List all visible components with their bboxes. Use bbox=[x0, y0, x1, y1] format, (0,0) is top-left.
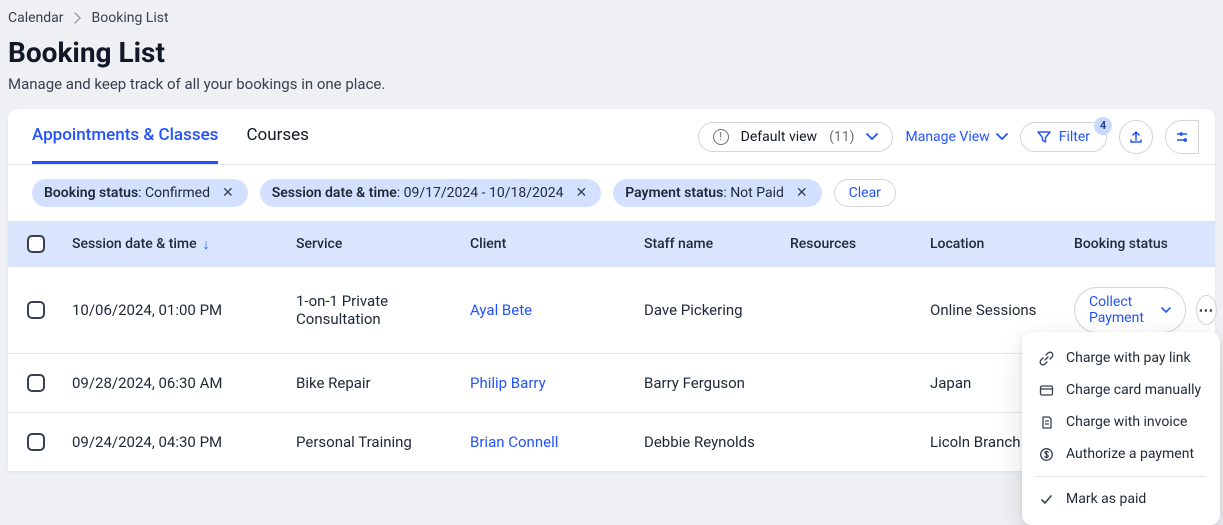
cell-date: 09/24/2024, 04:30 PM bbox=[64, 433, 288, 451]
breadcrumb: Calendar Booking List bbox=[0, 0, 1223, 30]
more-icon: ⋯ bbox=[1198, 301, 1214, 319]
settings-button[interactable] bbox=[1165, 120, 1199, 154]
page-title: Booking List bbox=[8, 36, 1215, 69]
client-link[interactable]: Philip Barry bbox=[462, 374, 636, 392]
cell-staff: Dave Pickering bbox=[636, 301, 782, 319]
col-session-date[interactable]: Session date & time ↓ bbox=[64, 235, 288, 253]
tab-appointments-label: Appointments & Classes bbox=[32, 125, 218, 145]
cell-service: Bike Repair bbox=[288, 374, 462, 392]
col-staff[interactable]: Staff name bbox=[636, 235, 782, 253]
chevron-down-icon bbox=[866, 133, 878, 141]
client-link[interactable]: Ayal Bete bbox=[462, 301, 636, 319]
sliders-icon bbox=[1175, 130, 1189, 144]
view-name: Default view bbox=[741, 129, 817, 145]
menu-authorize[interactable]: Authorize a payment bbox=[1022, 438, 1220, 470]
chevron-down-icon bbox=[996, 133, 1008, 141]
cell-actions: Collect Payment ⋯ bbox=[1066, 287, 1223, 333]
filter-chip-booking-status[interactable]: Booking status: Confirmed ✕ bbox=[32, 179, 248, 207]
check-icon bbox=[1038, 491, 1054, 507]
close-icon[interactable]: ✕ bbox=[573, 185, 589, 201]
card-icon bbox=[1038, 382, 1054, 398]
cell-date: 10/06/2024, 01:00 PM bbox=[64, 301, 288, 319]
filter-icon bbox=[1037, 130, 1051, 144]
export-button[interactable] bbox=[1119, 120, 1153, 154]
cell-location: Online Sessions bbox=[922, 301, 1066, 319]
menu-label: Authorize a payment bbox=[1066, 446, 1194, 462]
cell-staff: Debbie Reynolds bbox=[636, 433, 782, 451]
cell-service: 1-on-1 Private Consultation bbox=[288, 292, 462, 328]
tab-courses[interactable]: Courses bbox=[246, 109, 308, 164]
view-selector[interactable]: ! Default view (11) bbox=[698, 122, 894, 152]
menu-charge-invoice[interactable]: Charge with invoice bbox=[1022, 406, 1220, 438]
page-header: Booking List Manage and keep track of al… bbox=[0, 30, 1223, 109]
table-header: Session date & time ↓ Service Client Sta… bbox=[8, 221, 1215, 267]
col-location[interactable]: Location bbox=[922, 235, 1066, 253]
chip-text: Booking status: Confirmed bbox=[44, 185, 210, 201]
toolbar-actions: ! Default view (11) Manage View Filter 4 bbox=[698, 120, 1199, 154]
menu-label: Charge card manually bbox=[1066, 382, 1201, 398]
sort-down-icon: ↓ bbox=[203, 236, 210, 253]
cell-staff: Barry Ferguson bbox=[636, 374, 782, 392]
breadcrumb-current: Booking List bbox=[92, 10, 169, 26]
manage-view-label: Manage View bbox=[905, 129, 989, 145]
export-icon bbox=[1129, 130, 1143, 144]
manage-view-button[interactable]: Manage View bbox=[905, 129, 1007, 145]
col-service[interactable]: Service bbox=[288, 235, 462, 253]
view-count: (11) bbox=[829, 129, 854, 145]
col-client[interactable]: Client bbox=[462, 235, 636, 253]
filter-count-badge: 4 bbox=[1094, 117, 1112, 135]
dollar-icon bbox=[1038, 446, 1054, 462]
clear-filters-button[interactable]: Clear bbox=[834, 179, 896, 207]
filter-button[interactable]: Filter 4 bbox=[1020, 122, 1107, 152]
menu-charge-paylink[interactable]: Charge with pay link bbox=[1022, 342, 1220, 374]
cell-service: Personal Training bbox=[288, 433, 462, 451]
filter-chip-session-date[interactable]: Session date & time: 09/17/2024 - 10/18/… bbox=[260, 179, 601, 207]
menu-charge-card[interactable]: Charge card manually bbox=[1022, 374, 1220, 406]
chevron-right-icon bbox=[74, 12, 82, 24]
tab-appointments[interactable]: Appointments & Classes bbox=[32, 109, 218, 164]
tabs-toolbar: Appointments & Classes Courses ! Default… bbox=[8, 109, 1215, 165]
select-all-checkbox[interactable] bbox=[27, 235, 45, 253]
menu-mark-paid[interactable]: Mark as paid bbox=[1022, 483, 1220, 515]
chevron-down-icon bbox=[1161, 307, 1171, 314]
chip-text: Payment status: Not Paid bbox=[625, 185, 784, 201]
menu-separator bbox=[1036, 476, 1206, 477]
filter-chips: Booking status: Confirmed ✕ Session date… bbox=[8, 165, 1215, 221]
page-subtitle: Manage and keep track of all your bookin… bbox=[8, 75, 1215, 93]
filter-chip-payment-status[interactable]: Payment status: Not Paid ✕ bbox=[613, 179, 821, 207]
menu-label: Charge with pay link bbox=[1066, 350, 1191, 366]
collect-payment-button[interactable]: Collect Payment bbox=[1074, 287, 1186, 333]
menu-label: Mark as paid bbox=[1066, 491, 1146, 507]
chip-text: Session date & time: 09/17/2024 - 10/18/… bbox=[272, 185, 564, 201]
close-icon[interactable]: ✕ bbox=[794, 185, 810, 201]
collect-payment-label: Collect Payment bbox=[1089, 294, 1153, 326]
row-checkbox[interactable] bbox=[27, 433, 45, 451]
invoice-icon bbox=[1038, 414, 1054, 430]
select-all-cell bbox=[8, 235, 64, 253]
close-icon[interactable]: ✕ bbox=[220, 185, 236, 201]
client-link[interactable]: Brian Connell bbox=[462, 433, 636, 451]
row-more-button[interactable]: ⋯ bbox=[1196, 295, 1217, 325]
link-icon bbox=[1038, 350, 1054, 366]
row-checkbox[interactable] bbox=[27, 301, 45, 319]
col-booking-status[interactable]: Booking status bbox=[1066, 235, 1215, 253]
info-icon: ! bbox=[713, 129, 729, 145]
breadcrumb-root[interactable]: Calendar bbox=[8, 10, 64, 26]
col-resources[interactable]: Resources bbox=[782, 235, 922, 253]
clear-label: Clear bbox=[849, 185, 881, 201]
tabs: Appointments & Classes Courses bbox=[8, 109, 309, 164]
collect-payment-dropdown: Charge with pay link Charge card manuall… bbox=[1022, 332, 1220, 525]
row-checkbox[interactable] bbox=[27, 374, 45, 392]
tab-courses-label: Courses bbox=[246, 125, 308, 145]
menu-label: Charge with invoice bbox=[1066, 414, 1187, 430]
filter-label: Filter bbox=[1059, 129, 1090, 145]
cell-date: 09/28/2024, 06:30 AM bbox=[64, 374, 288, 392]
